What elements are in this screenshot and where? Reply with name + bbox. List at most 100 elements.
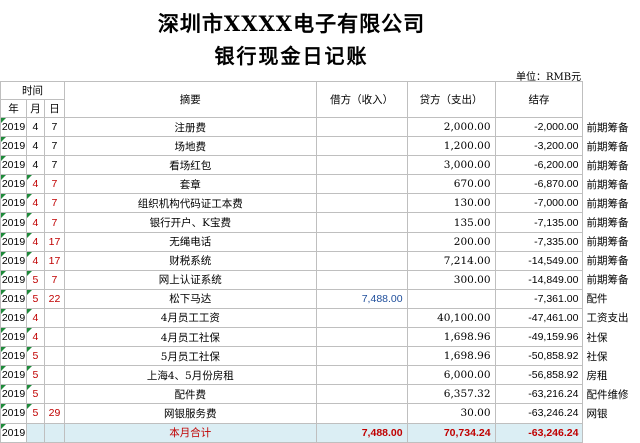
month-cell[interactable]: 4 [25, 250, 45, 271]
balance-cell[interactable]: -7,361.00 [494, 288, 584, 309]
credit-cell[interactable]: 1,698.96 [406, 327, 496, 348]
credit-cell[interactable]: 135.00 [406, 212, 496, 233]
summary-cell[interactable]: 银行开户、K宝费 [63, 212, 317, 233]
note-cell[interactable]: 房租 [583, 366, 640, 385]
year-cell[interactable]: 2019 [0, 288, 27, 309]
day-cell[interactable]: 7 [43, 212, 65, 233]
day-cell[interactable]: 7 [43, 269, 65, 290]
year-cell[interactable]: 2019 [0, 327, 27, 348]
note-cell[interactable]: 配件维修 [583, 385, 640, 404]
summary-cell[interactable]: 网银服务费 [63, 403, 317, 424]
month-cell[interactable]: 4 [25, 212, 45, 233]
balance-cell[interactable]: -50,858.92 [494, 346, 584, 367]
year-cell[interactable]: 2019 [0, 116, 27, 138]
summary-cell[interactable]: 套章 [63, 174, 317, 195]
balance-cell[interactable]: -7,335.00 [494, 231, 584, 252]
day-cell[interactable]: 17 [43, 250, 65, 271]
balance-cell[interactable]: -47,461.00 [494, 307, 584, 329]
summary-cell[interactable]: 看场红包 [63, 155, 317, 176]
month-cell[interactable]: 4 [25, 327, 45, 348]
debit-cell[interactable] [315, 193, 408, 214]
debit-cell[interactable]: 7,488.00 [315, 288, 408, 309]
year-cell[interactable]: 2019 [0, 269, 27, 290]
credit-cell[interactable]: 7,214.00 [406, 250, 496, 271]
month-cell[interactable]: 4 [25, 136, 45, 157]
credit-cell[interactable]: 30.00 [406, 403, 496, 424]
note-cell[interactable]: 前期筹备 [583, 251, 640, 270]
debit-cell[interactable] [315, 136, 408, 157]
summary-cell[interactable]: 配件费 [63, 384, 317, 405]
note-cell[interactable]: 前期筹备 [583, 156, 640, 175]
credit-cell[interactable]: 6,357.32 [406, 384, 496, 405]
total-note-cell[interactable] [582, 423, 640, 443]
balance-cell[interactable]: -6,870.00 [494, 174, 584, 195]
summary-cell[interactable]: 组织机构代码证工本费 [63, 193, 317, 214]
year-cell[interactable]: 2019 [0, 212, 27, 233]
balance-cell[interactable]: -63,246.24 [494, 403, 584, 424]
debit-cell[interactable] [315, 212, 408, 233]
day-cell[interactable] [43, 346, 65, 367]
debit-cell[interactable] [315, 174, 408, 195]
month-cell[interactable]: 5 [25, 288, 45, 309]
debit-cell[interactable] [315, 307, 408, 329]
total-year-cell[interactable]: 2019 [0, 422, 27, 443]
note-cell[interactable]: 前期筹备 [583, 232, 640, 251]
balance-cell[interactable]: -3,200.00 [494, 136, 584, 157]
debit-cell[interactable] [315, 231, 408, 252]
year-cell[interactable]: 2019 [0, 365, 27, 386]
day-cell[interactable]: 22 [43, 288, 65, 309]
day-cell[interactable]: 17 [43, 231, 65, 252]
day-cell[interactable]: 7 [43, 174, 65, 195]
note-cell[interactable]: 前期筹备 [583, 194, 640, 213]
balance-cell[interactable]: -14,549.00 [494, 250, 584, 271]
month-cell[interactable]: 4 [25, 307, 45, 329]
month-cell[interactable]: 4 [25, 116, 45, 138]
note-cell[interactable]: 前期筹备 [583, 137, 640, 156]
credit-cell[interactable]: 6,000.00 [406, 365, 496, 386]
note-cell[interactable]: 前期筹备 [583, 270, 640, 289]
month-cell[interactable]: 5 [25, 403, 45, 424]
total-balance-cell[interactable]: -63,246.24 [494, 422, 584, 443]
note-cell[interactable]: 前期筹备 [583, 118, 640, 137]
note-cell[interactable]: 工资支出 [583, 308, 640, 327]
total-credit-cell[interactable]: 70,734.24 [406, 422, 496, 443]
total-debit-cell[interactable]: 7,488.00 [315, 422, 408, 443]
summary-cell[interactable]: 场地费 [63, 136, 317, 157]
balance-cell[interactable]: -14,849.00 [494, 269, 584, 290]
total-day-cell[interactable] [43, 422, 65, 443]
summary-cell[interactable]: 上海4、5月份房租 [63, 365, 317, 386]
year-cell[interactable]: 2019 [0, 193, 27, 214]
month-cell[interactable]: 4 [25, 155, 45, 176]
total-month-cell[interactable] [25, 422, 45, 443]
debit-cell[interactable] [315, 269, 408, 290]
note-cell[interactable]: 前期筹备 [583, 213, 640, 232]
credit-cell[interactable]: 300.00 [406, 269, 496, 290]
note-cell[interactable]: 前期筹备 [583, 175, 640, 194]
day-cell[interactable]: 7 [43, 155, 65, 176]
month-cell[interactable]: 5 [25, 346, 45, 367]
day-cell[interactable]: 7 [43, 193, 65, 214]
summary-cell[interactable]: 4月员工工资 [63, 307, 317, 329]
credit-cell[interactable]: 2,000.00 [406, 116, 496, 138]
debit-cell[interactable] [315, 346, 408, 367]
credit-cell[interactable]: 1,200.00 [406, 136, 496, 157]
balance-cell[interactable]: -2,000.00 [494, 116, 584, 138]
month-cell[interactable]: 4 [25, 231, 45, 252]
credit-cell[interactable]: 40,100.00 [406, 307, 496, 329]
month-cell[interactable]: 4 [25, 193, 45, 214]
note-cell[interactable]: 配件 [583, 289, 640, 308]
day-cell[interactable] [43, 365, 65, 386]
total-label-cell[interactable]: 本月合计 [63, 422, 317, 443]
year-cell[interactable]: 2019 [0, 384, 27, 405]
balance-cell[interactable]: -6,200.00 [494, 155, 584, 176]
year-cell[interactable]: 2019 [0, 346, 27, 367]
day-cell[interactable] [43, 384, 65, 405]
debit-cell[interactable] [315, 116, 408, 138]
summary-cell[interactable]: 网上认证系统 [63, 269, 317, 290]
summary-cell[interactable]: 4月员工社保 [63, 327, 317, 348]
summary-cell[interactable]: 注册费 [63, 116, 317, 138]
debit-cell[interactable] [315, 384, 408, 405]
balance-cell[interactable]: -56,858.92 [494, 365, 584, 386]
credit-cell[interactable]: 3,000.00 [406, 155, 496, 176]
summary-cell[interactable]: 财税系统 [63, 250, 317, 271]
